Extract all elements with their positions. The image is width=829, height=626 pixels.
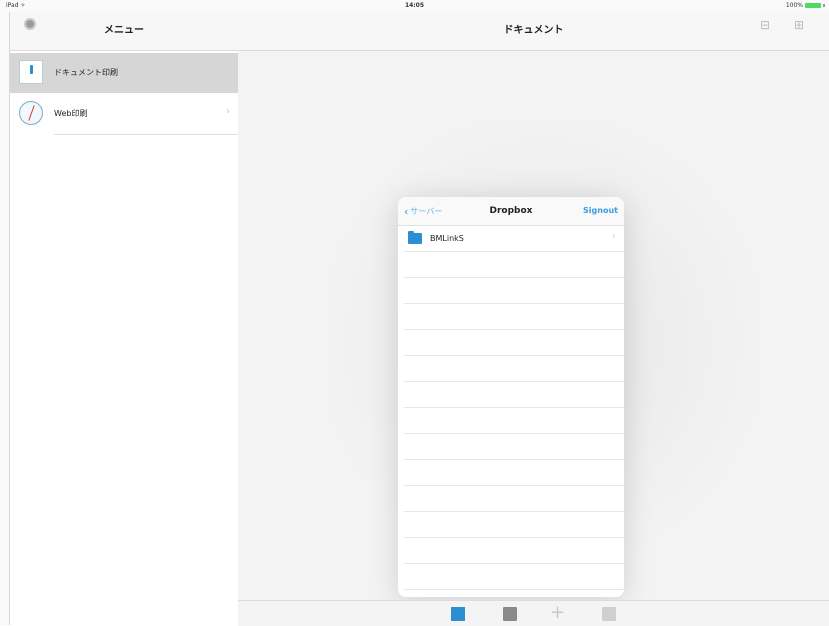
print-icon[interactable]: ⊞	[794, 18, 808, 32]
folder-icon	[408, 231, 422, 244]
battery-icon	[805, 3, 821, 8]
empty-row	[404, 537, 624, 564]
signout-button[interactable]: Signout	[583, 206, 618, 215]
empty-row	[404, 433, 624, 460]
battery-tip	[823, 4, 825, 7]
empty-row	[404, 381, 624, 408]
chevron-right-icon: ›	[612, 231, 616, 242]
dropbox-popover: ‹ サーバー Dropbox Signout BMLinkS ›	[398, 197, 624, 597]
plus-icon[interactable]: +	[550, 604, 565, 622]
empty-row	[404, 277, 624, 304]
battery-percent: 100%	[785, 2, 803, 9]
menu-nav-bar: メニュー	[10, 12, 238, 51]
document-print-icon	[19, 60, 43, 84]
book-icon[interactable]	[451, 607, 465, 621]
empty-row	[404, 485, 624, 512]
menu-panel: メニュー ドキュメント印刷 Web印刷 ›	[9, 12, 239, 625]
popover-nav-bar: ‹ サーバー Dropbox Signout	[398, 197, 624, 226]
document-icon[interactable]	[503, 607, 517, 621]
empty-row	[404, 329, 624, 356]
empty-row	[404, 407, 624, 434]
folder-name: BMLinkS	[430, 234, 464, 243]
page-title: ドキュメント	[503, 25, 564, 36]
menu-item-web-print[interactable]: Web印刷 ›	[10, 94, 238, 134]
empty-row	[404, 563, 624, 590]
printer-settings-icon[interactable]: ⊟	[760, 18, 774, 32]
empty-row	[404, 355, 624, 382]
compass-icon	[19, 101, 43, 125]
menu-item-label: ドキュメント印刷	[54, 68, 118, 77]
menu-title: メニュー	[104, 25, 144, 36]
empty-row	[404, 251, 624, 278]
empty-row	[404, 511, 624, 538]
menu-divider	[54, 134, 238, 135]
chevron-right-icon: ›	[226, 106, 230, 117]
menu-item-document-print[interactable]: ドキュメント印刷	[10, 53, 238, 93]
trash-icon[interactable]	[602, 607, 616, 621]
bottom-toolbar: +	[238, 600, 829, 626]
list-item[interactable]: BMLinkS ›	[404, 225, 624, 252]
status-bar: iPad ✧ 14:05 100%	[0, 0, 829, 12]
clock: 14:05	[404, 2, 425, 9]
document-nav-bar: ドキュメント ⊟ ⊞	[238, 12, 829, 51]
empty-row	[404, 303, 624, 330]
empty-row	[404, 459, 624, 486]
battery-indicator: 100%	[786, 2, 825, 9]
ipad-screen: iPad ✧ 14:05 100% メニュー ドキュメント印刷 Web印刷 › …	[0, 0, 829, 626]
menu-item-label: Web印刷	[54, 109, 88, 118]
